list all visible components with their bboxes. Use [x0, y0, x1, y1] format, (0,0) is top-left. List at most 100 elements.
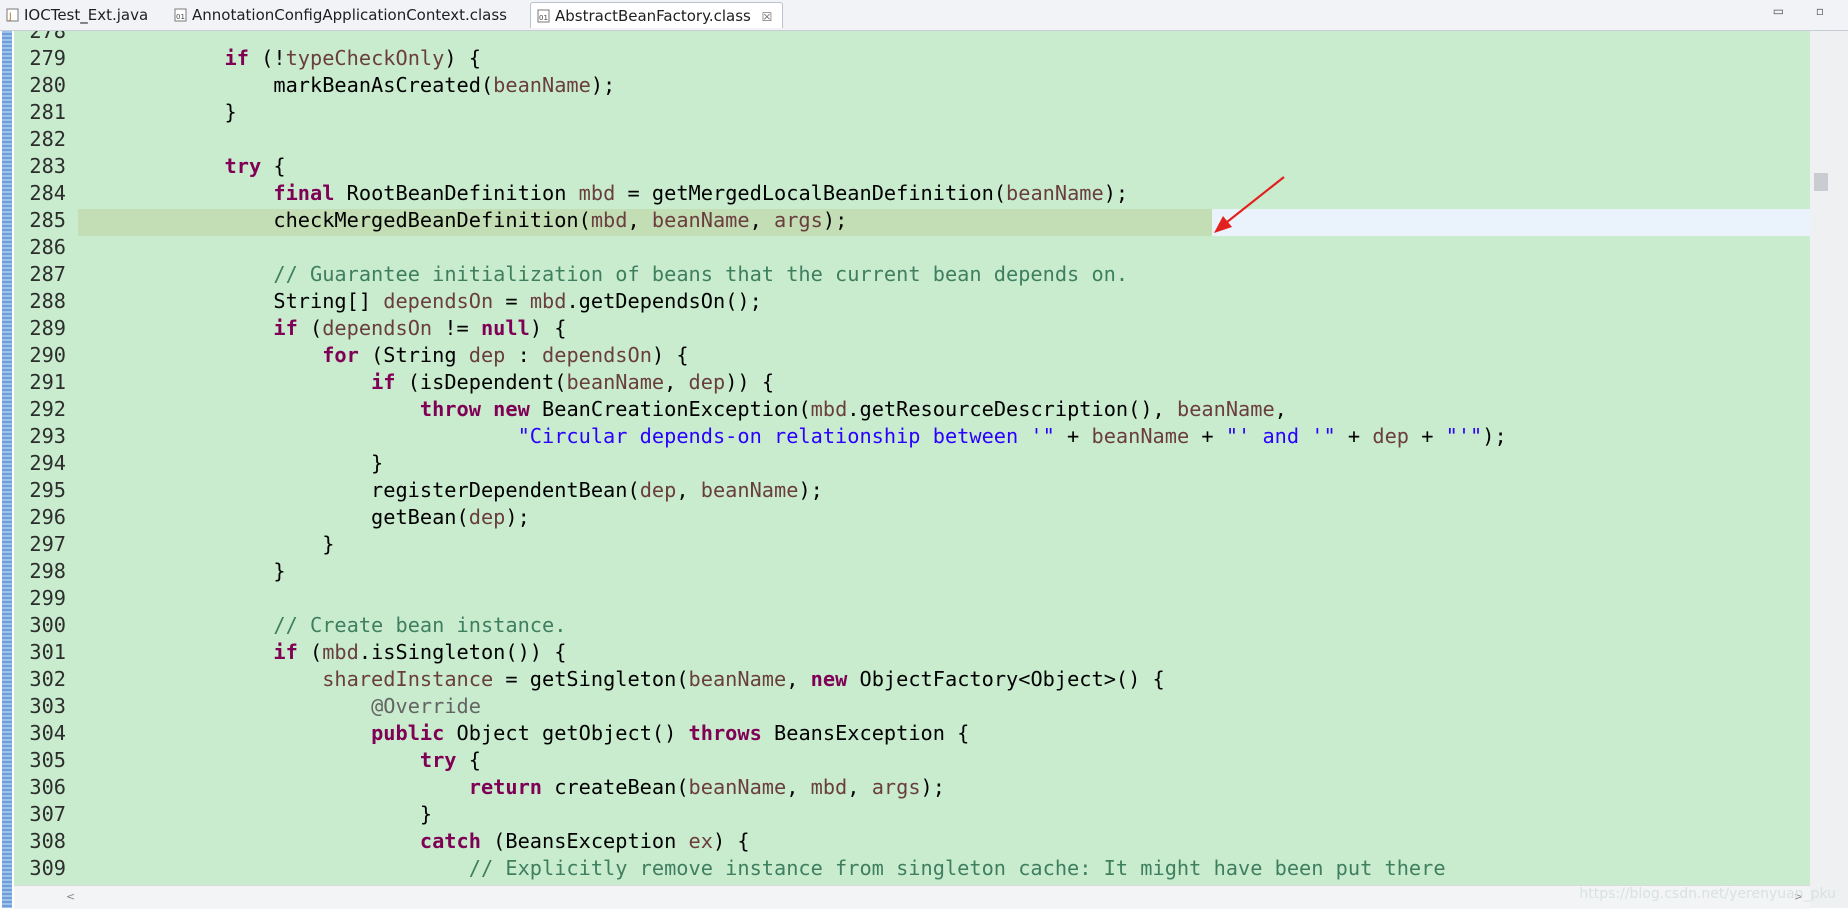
line-number: 291	[29, 370, 66, 394]
code-token: throws	[688, 721, 762, 745]
code-text: "Circular depends-on relationship betwee…	[78, 423, 1507, 450]
code-line[interactable]: 283 try {	[14, 153, 1810, 180]
code-line[interactable]: 284 final RootBeanDefinition mbd = getMe…	[14, 180, 1810, 207]
code-line[interactable]: 308 catch (BeansException ex) {	[14, 828, 1810, 855]
code-token: args	[774, 208, 823, 232]
code-token: catch	[419, 829, 481, 853]
code-line[interactable]: 305 try {	[14, 747, 1810, 774]
code-token: @Override	[371, 694, 481, 718]
code-line[interactable]: 298 }	[14, 558, 1810, 585]
code-token: dependsOn	[383, 289, 494, 313]
tab-abstract-bean-factory[interactable]: 01 AbstractBeanFactory.class ☒	[530, 2, 784, 30]
code-line[interactable]: 296 getBean(dep);	[14, 504, 1810, 531]
code-token: for	[322, 343, 359, 367]
watermark: https://blog.csdn.net/yerenyuan_pku	[1579, 886, 1836, 902]
code-token: String[]	[78, 289, 384, 313]
code-token: :	[505, 343, 543, 367]
code-token: // Create bean instance.	[273, 613, 567, 637]
code-line[interactable]: 286	[14, 234, 1810, 261]
code-editor[interactable]: 278 279 if (!typeCheckOnly) {280 markBean…	[14, 31, 1810, 885]
code-line[interactable]: 301 if (mbd.isSingleton()) {	[14, 639, 1810, 666]
code-text: // Explicitly remove instance from singl…	[78, 855, 1446, 882]
code-line[interactable]: 289 if (dependsOn != null) {	[14, 315, 1810, 342]
code-token: if	[273, 640, 298, 664]
line-number: 288	[29, 289, 66, 313]
line-number: 283	[29, 154, 66, 178]
code-token: dep	[468, 343, 506, 367]
code-text: try {	[78, 153, 286, 180]
code-token: public	[371, 721, 445, 745]
tab-ioctest-ext[interactable]: J IOCTest_Ext.java	[0, 2, 158, 28]
code-token: BeanCreationException(	[529, 397, 811, 421]
code-token: new	[493, 397, 530, 421]
code-line[interactable]: 297 }	[14, 531, 1810, 558]
code-line[interactable]: 295 registerDependentBean(dep, beanName)…	[14, 477, 1810, 504]
code-token: return	[468, 775, 542, 799]
code-line[interactable]: 300 // Create bean instance.	[14, 612, 1810, 639]
code-line[interactable]: 287 // Guarantee initialization of beans…	[14, 261, 1810, 288]
code-token: (BeansException	[480, 829, 689, 853]
code-line[interactable]: 303 @Override	[14, 693, 1810, 720]
line-number: 290	[29, 343, 66, 367]
code-token: }	[78, 802, 433, 826]
code-token: = getMergedLocalBeanDefinition(	[615, 181, 1007, 205]
code-line[interactable]: 285 checkMergedBeanDefinition(mbd, beanN…	[14, 207, 1810, 234]
line-number: 285	[29, 208, 66, 232]
code-text: sharedInstance = getSingleton(beanName, …	[78, 666, 1165, 693]
code-line[interactable]: 292 throw new BeanCreationException(mbd.…	[14, 396, 1810, 423]
code-line[interactable]: 306 return createBean(beanName, mbd, arg…	[14, 774, 1810, 801]
code-token: beanName	[651, 208, 750, 232]
code-line[interactable]: 280 markBeanAsCreated(beanName);	[14, 72, 1810, 99]
line-number: 299	[29, 586, 66, 610]
line-number: 278	[29, 31, 66, 43]
code-text: @Override	[78, 693, 481, 720]
code-line[interactable]: 291 if (isDependent(beanName, dep)) {	[14, 369, 1810, 396]
code-token: "' and '"	[1225, 424, 1336, 448]
code-line[interactable]: 302 sharedInstance = getSingleton(beanNa…	[14, 666, 1810, 693]
code-token: ,	[786, 775, 811, 799]
line-number: 292	[29, 397, 66, 421]
line-number: 282	[29, 127, 66, 151]
code-token: // Guarantee initialization of beans tha…	[273, 262, 1129, 286]
scroll-left-icon[interactable]: <	[66, 890, 75, 903]
code-line[interactable]: 309 // Explicitly remove instance from s…	[14, 855, 1810, 882]
code-token: ,	[749, 208, 775, 232]
code-line[interactable]: 281 }	[14, 99, 1810, 126]
code-line[interactable]: 307 }	[14, 801, 1810, 828]
code-text: // Guarantee initialization of beans tha…	[78, 261, 1128, 288]
close-icon[interactable]: ☒	[762, 4, 773, 30]
code-line[interactable]: 293 "Circular depends-on relationship be…	[14, 423, 1810, 450]
tab-annotation-config[interactable]: 01 AnnotationConfigApplicationContext.cl…	[168, 2, 517, 28]
code-token: RootBeanDefinition	[334, 181, 579, 205]
code-token: );	[590, 73, 616, 97]
scroll-thumb[interactable]	[1814, 173, 1828, 191]
code-line[interactable]: 290 for (String dep : dependsOn) {	[14, 342, 1810, 369]
code-text: if (mbd.isSingleton()) {	[78, 639, 566, 666]
code-token: "'"	[1445, 424, 1483, 448]
line-number: 296	[29, 505, 66, 529]
vertical-scrollbar[interactable]	[1810, 31, 1848, 908]
code-token: beanName	[1176, 397, 1275, 421]
code-text: }	[78, 99, 237, 126]
code-line[interactable]: 282	[14, 126, 1810, 153]
horizontal-scrollbar[interactable]: < >	[14, 885, 1810, 909]
line-number: 309	[29, 856, 66, 880]
code-line[interactable]: 279 if (!typeCheckOnly) {	[14, 45, 1810, 72]
code-line[interactable]: 294 }	[14, 450, 1810, 477]
editor-tab-bar: J IOCTest_Ext.java 01 AnnotationConfigAp…	[0, 0, 1848, 31]
code-token: beanName	[1006, 181, 1104, 205]
tab-label: IOCTest_Ext.java	[24, 6, 149, 24]
window-controls[interactable]: ▭ ▫	[1773, 4, 1838, 18]
code-line[interactable]: 288 String[] dependsOn = mbd.getDependsO…	[14, 288, 1810, 315]
code-line[interactable]: 304 public Object getObject() throws Bea…	[14, 720, 1810, 747]
line-number: 307	[29, 802, 66, 826]
code-line[interactable]: 278	[14, 31, 1810, 45]
code-line[interactable]: 299	[14, 585, 1810, 612]
